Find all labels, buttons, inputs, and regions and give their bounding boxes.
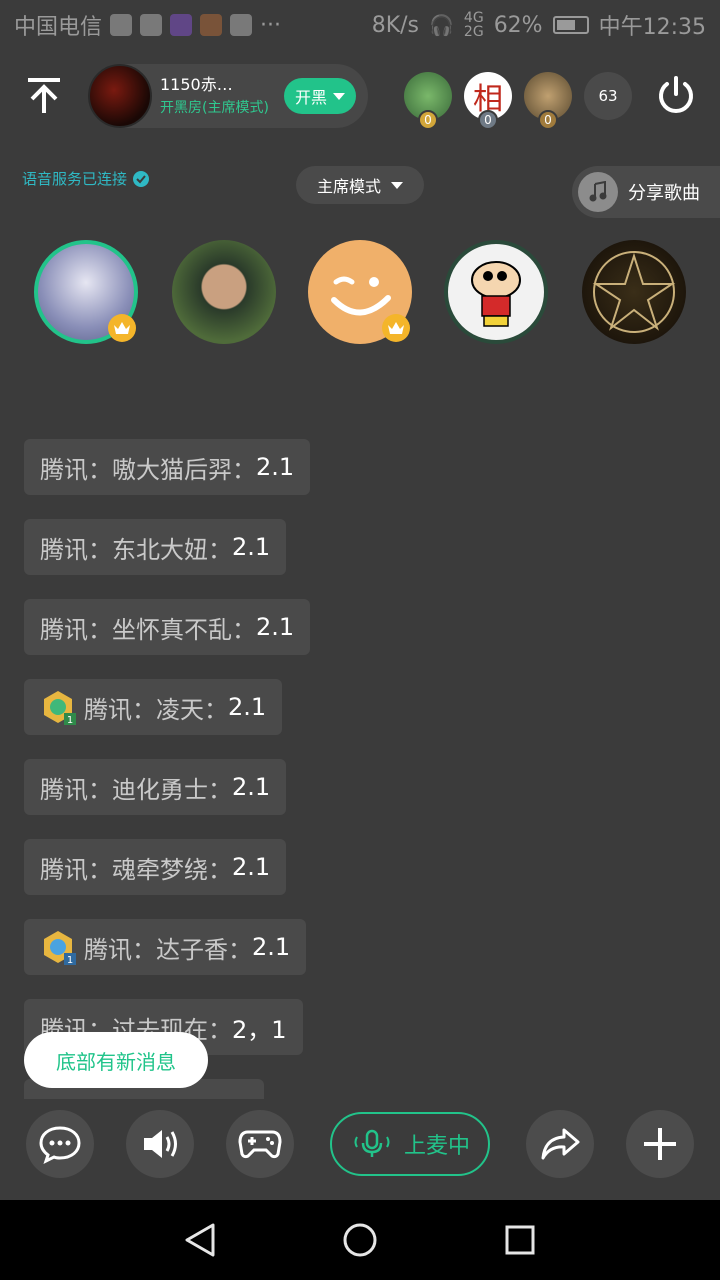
open-room-label: 开黑 xyxy=(294,88,327,107)
carrier-label: 中国电信 xyxy=(14,15,103,40)
message-text: 腾讯：嗷大猫后羿： xyxy=(40,455,256,484)
music-note-icon xyxy=(578,172,618,212)
chat-bubble-icon xyxy=(39,1126,81,1164)
room-title: 1150赤… xyxy=(160,74,233,94)
top-user-badge: 0 xyxy=(538,110,558,130)
chat-message: 腾讯：东北大妞： 2.1 xyxy=(24,519,287,575)
battery-percent: 62% xyxy=(493,12,543,38)
status-bar: 中国电信 ··· 8K/s 🎧 4G 2G 62% 中午12:35 xyxy=(0,0,720,50)
arrow-up-icon xyxy=(28,78,60,113)
top-user-avatar[interactable]: 0 xyxy=(404,72,452,130)
nav-recents-button[interactable] xyxy=(500,1220,540,1260)
cartoon-avatar xyxy=(471,261,521,327)
message-text: 腾讯：凌天： xyxy=(84,695,228,724)
top-user-avatar[interactable]: 相 0 xyxy=(464,72,512,130)
message-value: 2，1 xyxy=(232,1015,287,1044)
plus-icon xyxy=(644,1128,676,1160)
chat-message: 1 腾讯：达子香： 2.1 xyxy=(24,919,307,975)
message-text: 腾讯：东北大妞： xyxy=(40,535,232,564)
huawei-icon xyxy=(230,14,253,36)
share-arrow-icon xyxy=(541,1128,580,1160)
host-crown-icon xyxy=(382,314,410,342)
exit-room-button[interactable] xyxy=(654,74,698,118)
voice-status: 语音服务已连接 xyxy=(22,168,150,189)
chat-message: 腾讯：嗷大猫后羿： 2.1 xyxy=(24,439,311,495)
message-value: 2.1 xyxy=(228,693,267,721)
message-value: 2.1 xyxy=(232,773,271,801)
system-nav-bar xyxy=(0,1200,720,1280)
bottom-action-bar: 上麦中 xyxy=(0,1100,720,1200)
gamepad-icon xyxy=(238,1130,282,1159)
message-text: 腾讯：达子香： xyxy=(84,935,252,964)
room-header: 1150赤… 开黑房(主席模式) 开黑 0 相 0 0 63 xyxy=(0,62,720,130)
wechat-icon xyxy=(140,14,163,36)
chat-message: 1 腾讯：凌天： 2.1 xyxy=(24,679,283,735)
battery-icon xyxy=(552,16,589,34)
minimize-button[interactable] xyxy=(22,74,66,118)
game-button[interactable] xyxy=(226,1110,294,1178)
message-text: 腾讯：魂牵梦绕： xyxy=(40,855,232,884)
circle-home-icon xyxy=(343,1223,377,1257)
room-info-pill[interactable]: 1150赤… 开黑房(主席模式) 开黑 xyxy=(88,64,368,128)
triangle-back-icon xyxy=(185,1223,215,1257)
clock: 中午12:35 xyxy=(598,15,706,40)
power-icon xyxy=(659,76,693,113)
svg-text:1: 1 xyxy=(67,715,73,725)
chevron-down-icon xyxy=(333,92,345,100)
mic-button-label: 上麦中 xyxy=(403,1134,470,1159)
top-user-avatar[interactable]: 0 xyxy=(524,72,572,130)
speaker-button[interactable] xyxy=(126,1110,194,1178)
chat-button[interactable] xyxy=(26,1110,94,1178)
chevron-down-icon xyxy=(391,181,403,189)
message-value: 2.1 xyxy=(232,853,271,881)
mode-dropdown[interactable]: 主席模式 xyxy=(296,166,424,204)
online-count[interactable]: 63 xyxy=(584,72,632,120)
message-text: 腾讯：迪化勇士： xyxy=(40,775,232,804)
message-value: 2.1 xyxy=(232,533,271,561)
mic-on-button[interactable]: 上麦中 xyxy=(330,1112,490,1176)
message-value: 2.1 xyxy=(256,613,295,641)
top-user-badge: 0 xyxy=(418,110,438,130)
share-button[interactable] xyxy=(526,1110,594,1178)
mic-seat-5[interactable] xyxy=(582,240,686,344)
chat-message: 腾讯：坐怀真不乱： 2.1 xyxy=(24,599,311,655)
host-crown-icon xyxy=(108,314,136,342)
headphone-icon: 🎧 xyxy=(429,13,454,37)
video-icon xyxy=(170,14,193,36)
pentagram-avatar xyxy=(592,251,676,333)
message-value: 2.1 xyxy=(252,933,291,961)
chat-message: 腾讯：迪化勇士： 2.1 xyxy=(24,759,287,815)
microphone-icon xyxy=(354,1129,390,1157)
message-text: 腾讯：坐怀真不乱： xyxy=(40,615,256,644)
more-icon: ··· xyxy=(260,12,281,38)
mode-label: 主席模式 xyxy=(316,177,381,196)
nav-home-button[interactable] xyxy=(340,1220,380,1260)
open-room-button[interactable]: 开黑 xyxy=(284,78,356,114)
rank-medal-icon: 1 xyxy=(40,689,76,726)
share-song-label: 分享歌曲 xyxy=(628,183,700,204)
mic-seat-2[interactable] xyxy=(172,240,276,344)
mic-seat-4[interactable] xyxy=(444,240,548,344)
chat-message: 腾讯：魂牵梦绕： 2.1 xyxy=(24,839,287,895)
message-value: 2.1 xyxy=(256,453,295,481)
upload-icon xyxy=(110,14,133,36)
signal-icon: 4G 2G xyxy=(463,10,484,40)
new-message-tip[interactable]: 底部有新消息 xyxy=(24,1032,208,1088)
room-avatar xyxy=(88,64,152,128)
voice-status-label: 语音服务已连接 xyxy=(22,170,128,188)
network-speed: 8K/s xyxy=(371,12,420,38)
nav-back-button[interactable] xyxy=(180,1220,220,1260)
svg-text:1: 1 xyxy=(67,955,73,965)
app-icon xyxy=(200,14,223,36)
speaker-icon xyxy=(144,1130,177,1158)
share-song-button[interactable]: 分享歌曲 xyxy=(572,166,720,218)
square-recents-icon xyxy=(505,1225,535,1255)
verified-check-icon xyxy=(133,170,150,187)
rank-medal-icon: 1 xyxy=(40,929,76,966)
top-user-badge: 0 xyxy=(478,110,498,130)
more-button[interactable] xyxy=(626,1110,694,1178)
room-subtitle: 开黑房(主席模式) xyxy=(160,100,269,117)
